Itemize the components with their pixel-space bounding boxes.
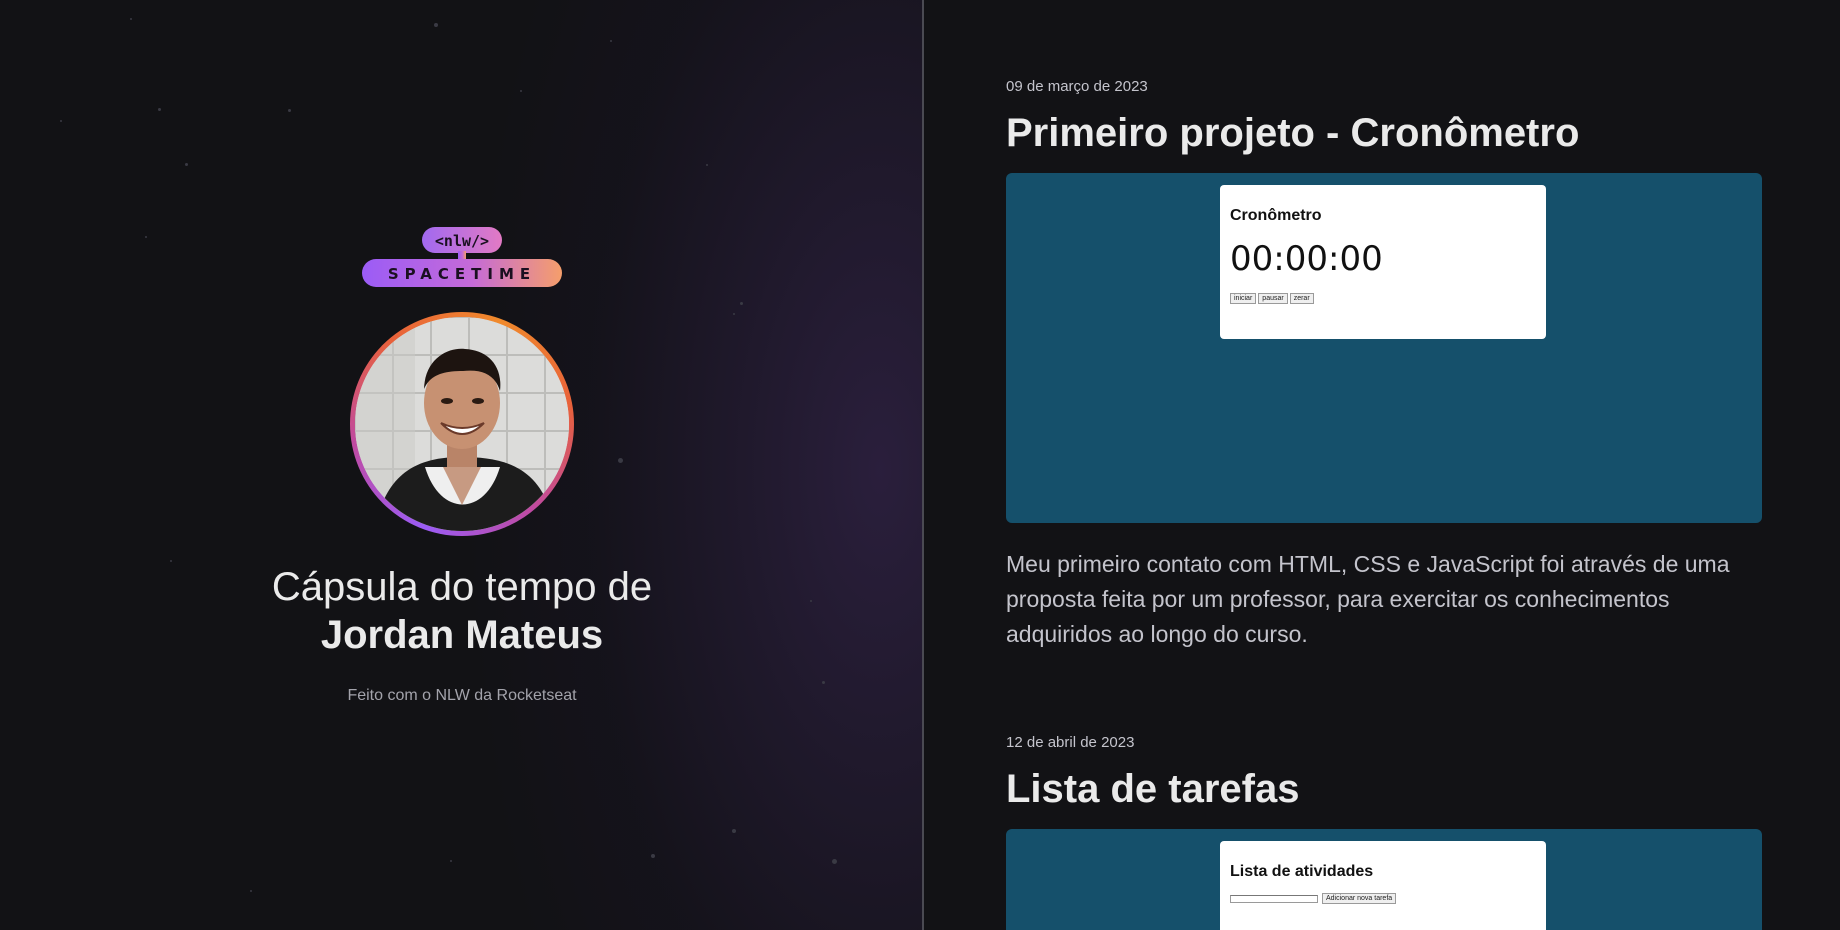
logo-wordmark: SPACETIME [387,265,537,283]
star-dot [60,120,62,122]
memory-entry: 09 de março de 2023 Primeiro projeto - C… [1006,78,1840,652]
timeline-panel[interactable]: 09 de março de 2023 Primeiro projeto - C… [924,0,1840,930]
star-dot [610,40,612,42]
star-dot [520,90,522,92]
avatar [355,317,569,531]
star-dot [434,23,438,27]
star-dot [706,164,708,166]
entry-date: 12 de abril de 2023 [1006,734,1135,751]
nlw-spacetime-logo: <nlw/> SPACETIME [360,225,564,289]
entry-title: Lista de tarefas [1006,767,1300,811]
star-dot [450,860,452,862]
entry-image: Lista de atividades Adicionar nova taref… [1006,829,1762,930]
star-dot [732,829,736,833]
entry-description: Meu primeiro contato com HTML, CSS e Jav… [1006,551,1730,647]
star-dot [158,108,161,111]
start-button: iniciar [1230,293,1257,304]
page: <nlw/> SPACETIME Cápsula do tempo de Jor… [0,0,1840,930]
preview-card: Lista de atividades Adicionar nova taref… [1220,841,1546,930]
entry-title: Primeiro projeto - Cronômetro [1006,111,1580,155]
avatar-ring [350,312,574,536]
preview-card: Cronômetro 00:00:00 iniciar pausar zerar [1220,185,1546,339]
pause-button: pausar [1258,293,1288,304]
star-dot [130,18,132,20]
star-dot [185,163,188,166]
capsule-title: Cápsula do tempo de [271,565,653,609]
profile-panel: <nlw/> SPACETIME Cápsula do tempo de Jor… [0,0,924,930]
reset-button: zerar [1289,293,1314,304]
star-dot [651,854,655,858]
preview-card-title: Cronômetro [1230,207,1322,224]
star-dot [288,109,291,112]
entry-image: Cronômetro 00:00:00 iniciar pausar zerar [1006,173,1762,523]
task-input [1230,894,1318,903]
memory-entry: 12 de abril de 2023 Lista de tarefas Lis… [1006,734,1840,930]
todo-form: Adicionar nova tarefa [1230,893,1536,904]
credits-text: Feito com o NLW da Rocketseat [347,687,577,704]
owner-name: Jordan Mateus [320,613,604,657]
stopwatch-display: 00:00:00 [1230,239,1383,279]
preview-card-title: Lista de atividades [1230,863,1374,880]
add-task-button: Adicionar nova tarefa [1322,893,1397,904]
star-dot [250,890,252,892]
entry-date: 09 de março de 2023 [1006,78,1148,95]
profile-content: <nlw/> SPACETIME Cápsula do tempo de Jor… [0,225,922,705]
star-dot [832,859,837,864]
logo-tag-text: <nlw/> [434,232,490,250]
stopwatch-buttons: iniciar pausar zerar [1230,293,1536,304]
